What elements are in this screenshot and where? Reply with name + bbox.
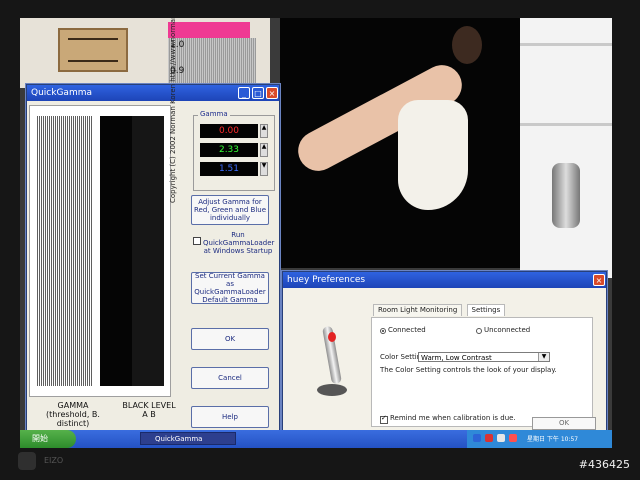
color-setting-select[interactable]: Warm, Low Contrast ▼ <box>418 352 550 362</box>
gamma-threshold-pattern <box>36 116 92 386</box>
run-loader-label: Run QuickGammaLoader at Windows Startup <box>203 231 275 255</box>
black-level-a <box>100 116 132 386</box>
image-watermark: #436425 <box>578 458 630 471</box>
start-button[interactable]: 開始 <box>20 430 76 448</box>
device-light <box>328 332 336 342</box>
maximize-button[interactable]: □ <box>252 87 264 99</box>
set-default-gamma-button[interactable]: Set Current Gamma as QuickGammaLoader De… <box>191 272 269 304</box>
adjust-gamma-button[interactable]: Adjust Gamma for Red, Green and Blue ind… <box>191 195 269 225</box>
green-gamma-value[interactable]: 2.33 <box>200 143 258 157</box>
tab-settings[interactable]: Settings <box>466 304 506 316</box>
huey-preferences-window: huey Preferences × Room Light Monitoring… <box>282 271 607 439</box>
quickgamma-window: QuickGamma _ □ × GAMMA (threshold, B. di… <box>26 18 280 436</box>
monitor-brand: EIZO <box>44 456 64 465</box>
reminder-checkbox[interactable] <box>380 414 388 424</box>
gamma-group-title: Gamma <box>198 110 230 118</box>
windows-taskbar: 開始 QuickGamma 星期日 下午 10:57 <box>20 430 612 448</box>
gamma-threshold-label: GAMMA (threshold, B. distinct) <box>46 401 100 428</box>
huey-titlebar[interactable]: huey Preferences × <box>283 272 606 288</box>
taskbar-quickgamma-item[interactable]: QuickGamma <box>140 432 236 445</box>
chevron-down-icon[interactable]: ▼ <box>538 353 549 361</box>
help-button[interactable]: Help <box>191 406 269 428</box>
run-loader-checkbox[interactable] <box>193 237 201 245</box>
shelf-line-2 <box>520 123 612 126</box>
desktop-picture-card <box>58 28 128 72</box>
black-level-b <box>132 116 164 386</box>
tray-icon-1[interactable] <box>473 434 481 442</box>
unconnected-radio[interactable] <box>476 328 482 334</box>
huey-close-button[interactable]: × <box>593 274 605 286</box>
clock-text: 星期日 下午 10:57 <box>527 436 579 443</box>
wallpaper-photo <box>280 18 520 268</box>
photo-dress <box>398 100 468 210</box>
tray-icon-3[interactable] <box>497 434 505 442</box>
reminder-label: Remind me when calibration is due. <box>390 414 516 422</box>
red-gamma-value[interactable]: 0.00 <box>200 124 258 138</box>
monitor-power-icon <box>18 452 36 470</box>
minimize-button[interactable]: _ <box>238 87 250 99</box>
device-base <box>317 384 347 396</box>
blue-gamma-value[interactable]: 1.51 <box>200 162 258 176</box>
glasses-icon <box>68 38 118 62</box>
ok-button[interactable]: OK <box>191 328 269 350</box>
gamma-stepper-down[interactable]: ▼ <box>260 162 268 176</box>
huey-device-icon <box>311 325 351 406</box>
shelf-line-1 <box>520 43 612 46</box>
huey-title: huey Preferences <box>287 275 366 285</box>
gamma-values-group: Gamma 0.00 2.33 1.51 ▲ ▲ ▼ <box>193 110 275 191</box>
gamma-stepper-up[interactable]: ▲ <box>260 124 268 138</box>
close-button[interactable]: × <box>266 87 278 99</box>
black-level-label: BLACK LEVEL A B <box>122 401 176 419</box>
color-setting-description: The Color Setting controls the look of y… <box>380 366 557 374</box>
bottle-icon <box>552 163 580 228</box>
gamma-stepper-mid[interactable]: ▲ <box>260 143 268 157</box>
desktop-pink-swatch <box>168 22 250 38</box>
huey-ok-button[interactable]: OK <box>532 417 596 430</box>
unconnected-label: Unconnected <box>484 326 531 334</box>
desktop-screen: 1.0 0.9 QuickGamma _ □ × GAMMA (threshol… <box>20 18 612 448</box>
photo-head <box>452 26 482 64</box>
huey-body: Room Light Monitoring Settings Connected… <box>283 288 606 438</box>
settings-panel: Connected Unconnected Color Setting Warm… <box>371 317 593 427</box>
connected-label: Connected <box>388 326 426 334</box>
color-setting-value: Warm, Low Contrast <box>421 354 492 362</box>
quickgamma-titlebar[interactable]: QuickGamma _ □ × <box>27 85 279 101</box>
system-tray: 星期日 下午 10:57 <box>467 430 612 448</box>
quickgamma-title: QuickGamma <box>31 88 92 98</box>
tray-icon-4[interactable] <box>509 434 517 442</box>
preferences-tabs: Room Light Monitoring Settings <box>373 304 507 316</box>
cancel-button[interactable]: Cancel <box>191 367 269 389</box>
tab-room-light-monitoring[interactable]: Room Light Monitoring <box>373 304 463 316</box>
gamma-test-pattern <box>29 105 171 397</box>
tray-icon-2[interactable] <box>485 434 493 442</box>
copyright-text: Copyright (C) 2002 Norman Koren http://w… <box>169 18 177 203</box>
connected-radio[interactable] <box>380 328 386 334</box>
desktop-shelf-photo <box>520 18 612 278</box>
